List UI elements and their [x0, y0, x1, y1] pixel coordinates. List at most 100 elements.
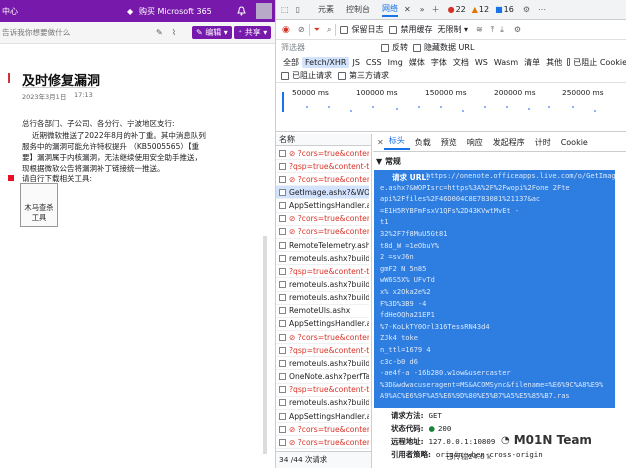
timeline-overview[interactable]: 50000 ms 100000 ms 150000 ms 200000 ms 2…	[276, 84, 626, 132]
request-row[interactable]: remoteuls.ashx?build=...	[276, 357, 369, 371]
network-settings-icon[interactable]: ⚙	[514, 25, 521, 34]
request-row[interactable]: ?qsp=true&content-ty...	[276, 160, 369, 174]
general-section-toggle[interactable]: ▼ 常规	[376, 156, 401, 167]
filter-wasm[interactable]: Wasm	[491, 57, 521, 68]
filter-manifest[interactable]: 清单	[521, 56, 543, 69]
avatar[interactable]	[256, 3, 272, 19]
request-row[interactable]: ⊘ ?cors=true&content...	[276, 226, 369, 239]
request-row[interactable]: ⊘ ?cors=true&content...	[276, 436, 369, 450]
vertical-scrollbar[interactable]	[263, 236, 267, 454]
record-icon[interactable]: ◉	[282, 25, 290, 35]
settings-gear-icon[interactable]: ⚙	[523, 5, 530, 14]
request-row[interactable]: remoteuls.ashx?build=...	[276, 397, 369, 410]
request-row[interactable]: AppSettingsHandler.as...	[276, 318, 369, 331]
request-row[interactable]: ⊘ ?cors=true&content...	[276, 423, 369, 437]
app-launcher-label[interactable]: 中心	[2, 6, 18, 17]
filter-other[interactable]: 其他	[543, 56, 565, 69]
tab-elements[interactable]: 元素	[318, 4, 334, 15]
error-icon[interactable]: ●	[448, 5, 455, 14]
filter-media[interactable]: 媒体	[406, 56, 428, 69]
highlighter-icon[interactable]: ⌇	[172, 28, 176, 37]
tab-timing[interactable]: 计时	[530, 137, 556, 148]
file-icon	[279, 267, 286, 275]
request-method-value[interactable]: GET	[429, 411, 442, 420]
tab-initiator[interactable]: 发起程序	[488, 137, 530, 148]
name-column-header[interactable]: 名称	[276, 134, 371, 146]
info-icon[interactable]: ■	[495, 5, 503, 14]
hide-data-url-checkbox[interactable]	[413, 43, 421, 52]
warning-icon[interactable]: ▲	[472, 5, 478, 14]
throttle-select[interactable]: 无限制 ▾	[437, 24, 468, 35]
filter-css[interactable]: CSS	[363, 57, 385, 68]
disable-cache-checkbox[interactable]	[389, 25, 398, 34]
request-row[interactable]: AppSettingsHandler.as...	[276, 410, 369, 423]
filter-doc[interactable]: 文档	[450, 56, 472, 69]
more-tabs-button[interactable]: »	[420, 5, 425, 14]
request-row[interactable]: remoteuls.ashx?build=...	[276, 252, 369, 266]
tell-me-search[interactable]: 告诉我你想要做什么	[2, 27, 70, 38]
request-row[interactable]: ?qsp=true&content-ty...	[276, 344, 369, 358]
edit-button[interactable]: ✎ 编辑 ▾	[192, 26, 232, 39]
note-paragraph-1[interactable]: 总行各部门、子公司、各分行、宁波地区支行:	[22, 118, 175, 129]
invert-checkbox[interactable]	[381, 43, 389, 52]
warning-count[interactable]: 12	[479, 5, 489, 14]
search-icon[interactable]: ⌕	[327, 25, 331, 35]
request-row[interactable]: GetImage.ashx?&WOP...	[276, 186, 369, 200]
request-row[interactable]: ?qsp=true&content-ty...	[276, 265, 369, 279]
tab-network[interactable]: 网络	[381, 3, 398, 17]
tab-cookies[interactable]: Cookie	[556, 138, 593, 147]
request-row[interactable]: remoteuls.ashx?build=...	[276, 279, 369, 292]
tab-payload[interactable]: 负载	[410, 137, 436, 148]
request-row[interactable]: RemoteTelemetry.ashx...	[276, 239, 369, 253]
request-row[interactable]: AppSettingsHandler.as...	[276, 200, 369, 213]
note-paragraph-2-line-2[interactable]: 服务中的漏洞可能允许特权提升 （KB5005565）【重	[22, 141, 199, 152]
wifi-icon[interactable]: ≋	[476, 25, 483, 34]
request-row[interactable]: ⊘ ?cors=true&content...	[276, 147, 369, 160]
clear-icon[interactable]: ⊘	[298, 25, 305, 34]
add-tab-icon[interactable]: ＋	[432, 4, 440, 15]
filter-font[interactable]: 字体	[428, 56, 450, 69]
preserve-log-checkbox[interactable]	[340, 25, 349, 34]
request-url-selection[interactable]: 请求 URL: https://onenote.officeapps.live.…	[374, 170, 615, 408]
export-icon[interactable]: ⤓	[500, 25, 504, 35]
filter-img[interactable]: Img	[385, 57, 406, 68]
info-count[interactable]: 16	[504, 5, 514, 14]
tab-response[interactable]: 响应	[462, 137, 488, 148]
blocked-cookies-checkbox[interactable]	[567, 58, 571, 66]
note-paragraph-2-line-1[interactable]: 近期微软推送了2022年8月的补丁重。其中消息队列	[32, 130, 206, 141]
close-tab-icon[interactable]: ✕	[404, 5, 411, 14]
remote-address-value[interactable]: 127.0.0.1:10809	[429, 437, 496, 446]
request-row[interactable]: remoteuls.ashx?build=...	[276, 292, 369, 305]
filter-js[interactable]: JS	[349, 57, 362, 68]
request-row[interactable]: ⊘ ?cors=true&content...	[276, 213, 369, 226]
purchase-link[interactable]: 购买 Microsoft 365	[139, 6, 212, 17]
share-button[interactable]: ⁺ 共享 ▾	[234, 26, 272, 39]
request-row[interactable]: ⊘ ?cors=true&content...	[276, 173, 369, 187]
tab-headers[interactable]: 标头	[383, 135, 410, 150]
import-icon[interactable]: ⤒	[491, 25, 495, 35]
attachment-file[interactable]: 木马查杀 工具	[20, 183, 58, 227]
close-details-icon[interactable]: ✕	[377, 138, 384, 147]
pencil-icon[interactable]: ✎	[156, 28, 163, 37]
request-row[interactable]: ?qsp=true&content-ty...	[276, 384, 369, 397]
filter-icon[interactable]: ⏷	[314, 25, 320, 35]
device-toolbar-icon[interactable]: ▯	[296, 5, 300, 14]
inspect-icon[interactable]: ⬚	[281, 5, 289, 14]
filter-all[interactable]: 全部	[280, 56, 302, 69]
error-count[interactable]: 22	[456, 5, 466, 14]
request-row[interactable]: ⊘ ?cors=true&content...	[276, 331, 369, 345]
filter-input[interactable]: 筛选器	[281, 42, 381, 53]
referrer-policy-value[interactable]: origin-when-cross-origin	[436, 450, 543, 459]
tab-console[interactable]: 控制台	[346, 4, 370, 15]
tab-preview[interactable]: 预览	[436, 137, 462, 148]
request-row[interactable]: OneNote.ashx?perfTag...	[276, 371, 369, 384]
status-code-value[interactable]: 200	[438, 424, 451, 433]
note-paragraph-2-line-3[interactable]: 要】漏洞属于内核漏洞，无法继续使用安全助手推送，	[22, 152, 202, 163]
blocked-requests-checkbox[interactable]	[281, 71, 289, 80]
third-party-checkbox[interactable]	[338, 71, 346, 80]
filter-ws[interactable]: WS	[472, 57, 491, 68]
customize-icon[interactable]: ⋯	[538, 5, 546, 14]
filter-fetch-xhr[interactable]: Fetch/XHR	[302, 56, 350, 68]
request-row[interactable]: RemoteUls.ashx	[276, 305, 369, 318]
bell-icon[interactable]	[236, 6, 246, 16]
